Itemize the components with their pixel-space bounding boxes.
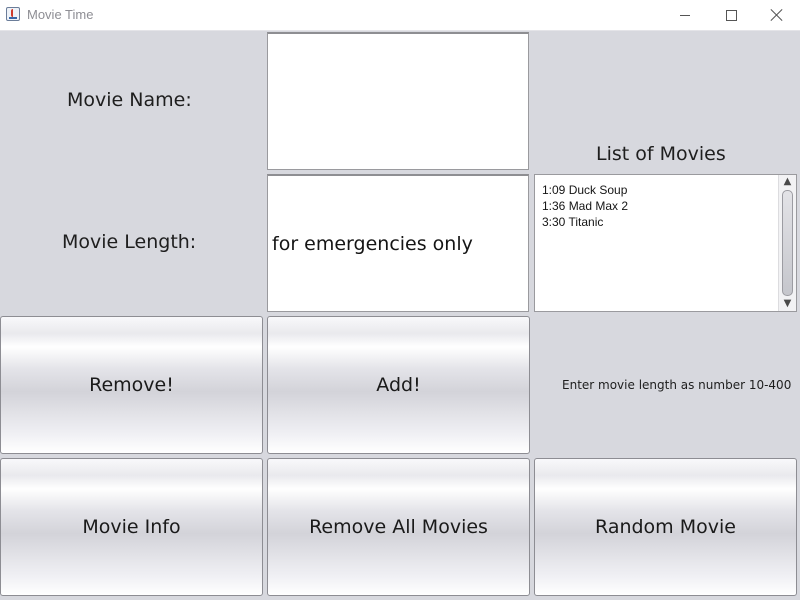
movie-length-label: Movie Length: <box>62 231 197 253</box>
minimize-icon <box>680 14 690 16</box>
list-item[interactable]: 1:36 Mad Max 2 <box>542 198 628 214</box>
add-button[interactable]: Add! <box>267 316 530 454</box>
window-title: Movie Time <box>27 7 94 22</box>
remove-all-movies-button[interactable]: Remove All Movies <box>267 458 530 596</box>
close-icon <box>771 9 783 21</box>
movie-name-field[interactable] <box>267 32 529 170</box>
maximize-button[interactable] <box>708 0 754 30</box>
movie-info-button[interactable]: Movie Info <box>0 458 263 596</box>
vertical-scrollbar[interactable]: ▲ ▼ <box>778 175 796 311</box>
minimize-button[interactable] <box>662 0 708 30</box>
hint-label: Enter movie length as number 10-400 <box>562 378 792 392</box>
list-title-label: List of Movies <box>596 143 726 165</box>
list-item[interactable]: 1:09 Duck Soup <box>542 182 628 198</box>
title-bar: Movie Time <box>0 0 800 31</box>
movie-name-label: Movie Name: <box>67 89 192 111</box>
maximize-icon <box>725 9 737 21</box>
movie-list[interactable]: 1:09 Duck Soup 1:36 Mad Max 2 3:30 Titan… <box>534 174 797 312</box>
random-movie-button[interactable]: Random Movie <box>534 458 797 596</box>
scroll-up-arrow-icon[interactable]: ▲ <box>779 175 796 189</box>
movie-length-field[interactable]: for emergencies only <box>267 174 529 312</box>
java-cup-icon <box>6 7 20 21</box>
close-button[interactable] <box>754 0 800 30</box>
movie-list-items: 1:09 Duck Soup 1:36 Mad Max 2 3:30 Titan… <box>542 182 628 230</box>
scroll-thumb[interactable] <box>782 190 793 296</box>
list-item[interactable]: 3:30 Titanic <box>542 214 628 230</box>
remove-button[interactable]: Remove! <box>0 316 263 454</box>
scroll-down-arrow-icon[interactable]: ▼ <box>779 297 796 311</box>
